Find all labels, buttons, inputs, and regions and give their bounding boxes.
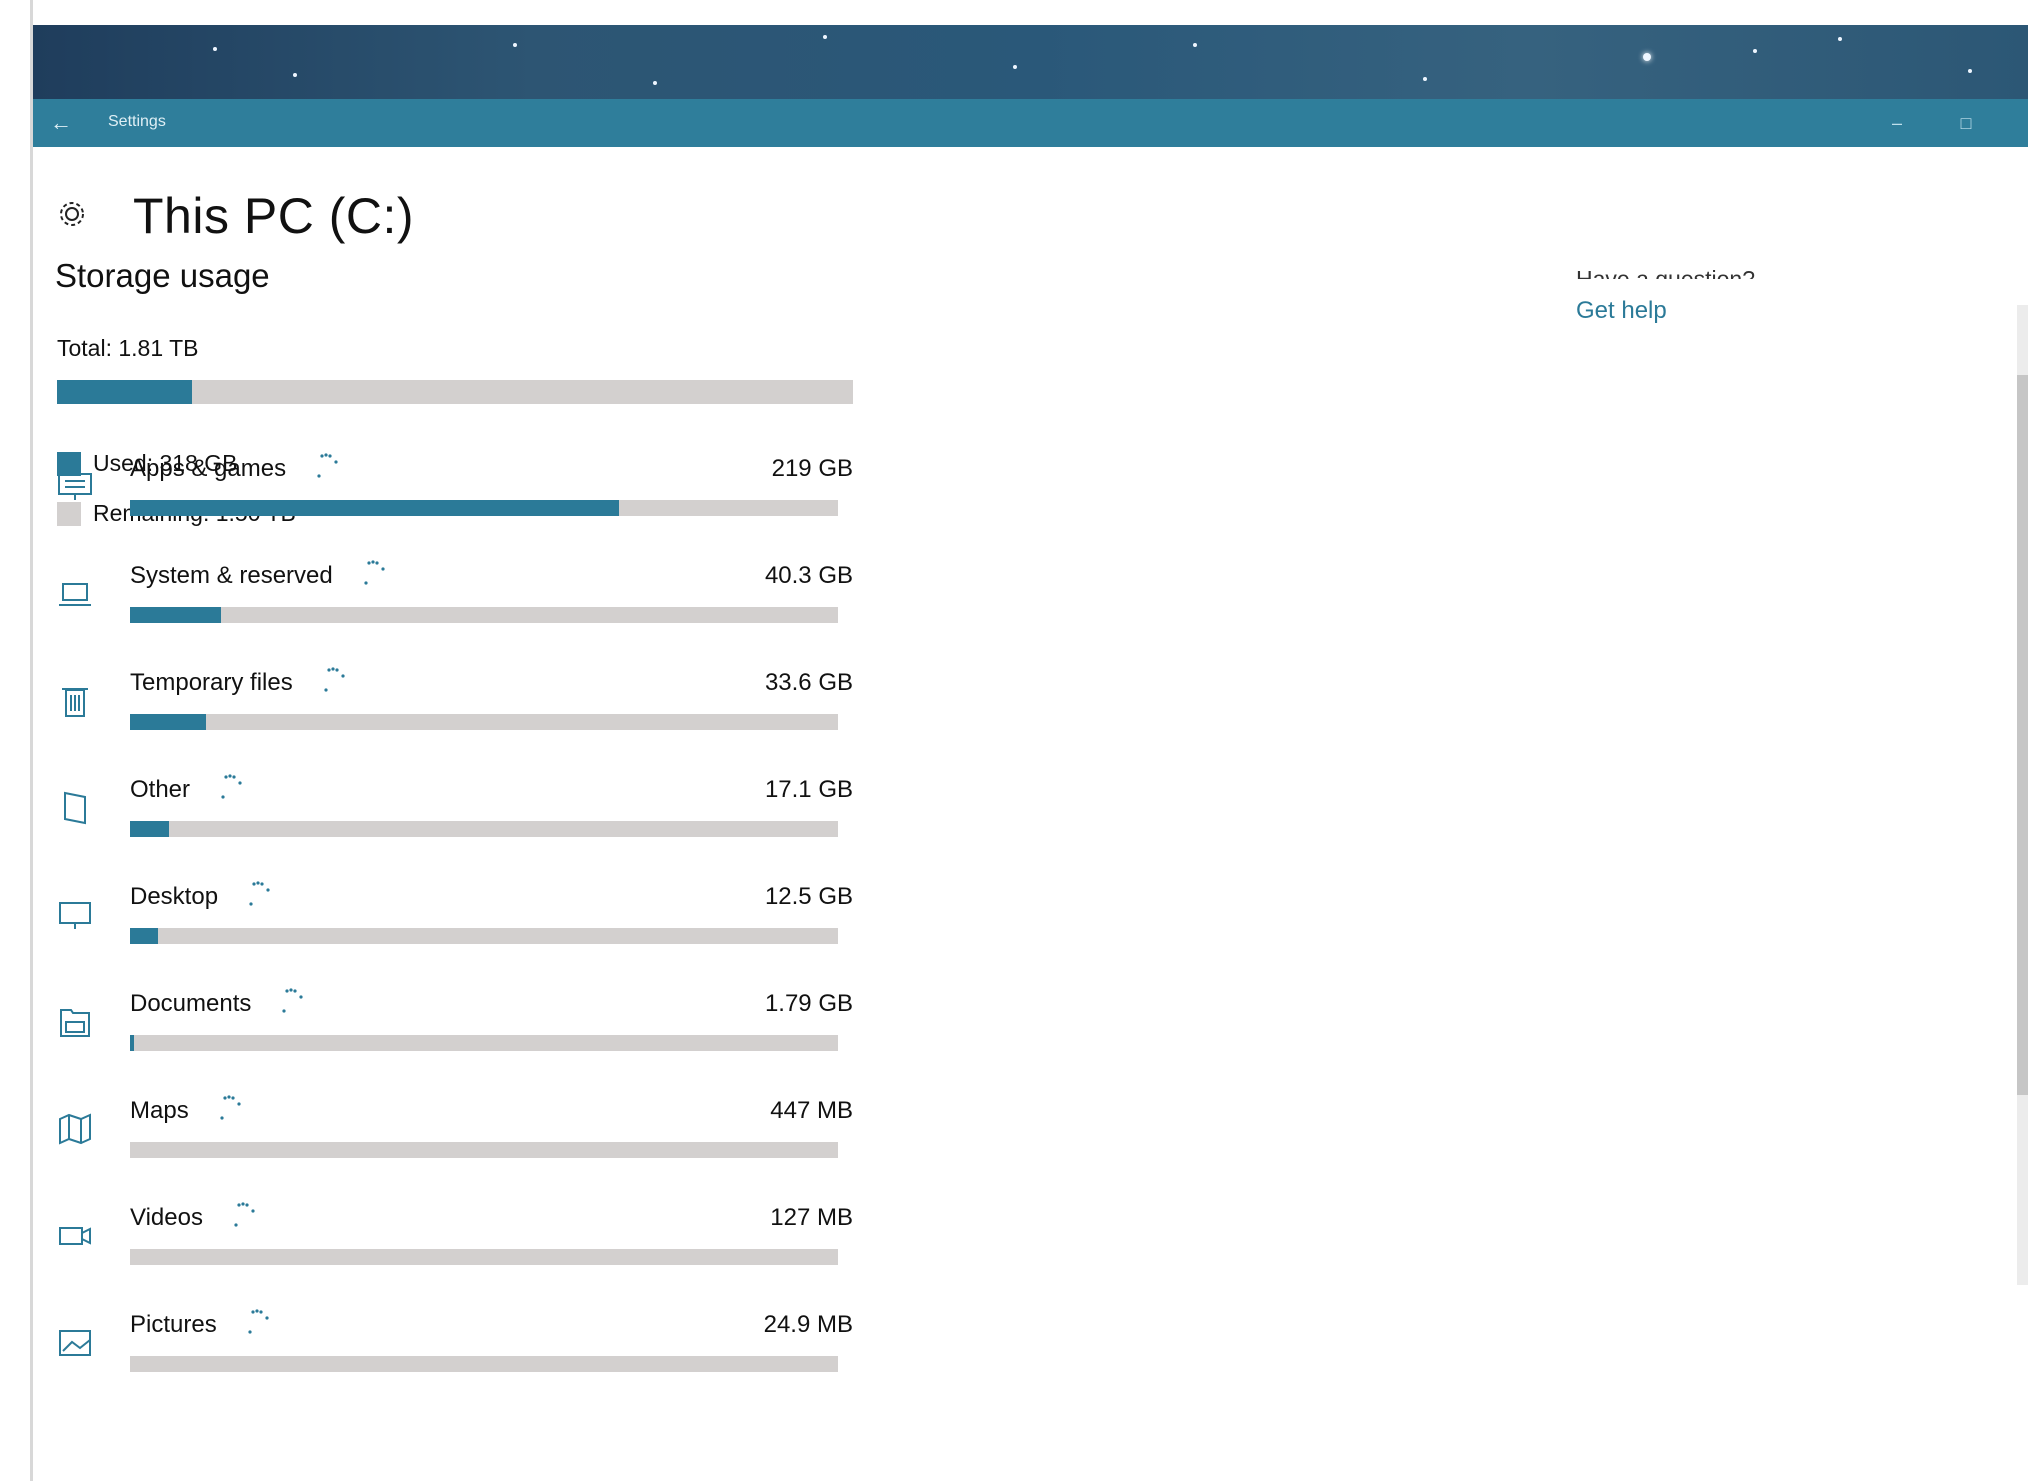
category-size: 17.1 GB: [764, 776, 853, 803]
category-name: Documents: [130, 990, 252, 1017]
category-name: Other: [130, 776, 191, 803]
category-name: Pictures: [130, 1311, 217, 1338]
window-title: Settings: [108, 113, 166, 130]
loading-spinner-icon: [220, 1095, 241, 1120]
category-name: Temporary files: [130, 669, 293, 696]
picture-icon: [59, 1330, 91, 1356]
documents-folder-icon: [60, 1009, 90, 1037]
loading-spinner-icon: [221, 774, 242, 799]
category-usage-bar: [130, 714, 838, 730]
loading-spinner-icon: [249, 881, 270, 906]
category-size: 219 GB: [771, 455, 853, 482]
tablet-icon: [64, 791, 86, 825]
category-size: 127 MB: [770, 1204, 853, 1231]
category-size: 447 MB: [770, 1097, 853, 1124]
total-storage-bar: [57, 380, 853, 404]
map-icon: [59, 1113, 91, 1145]
category-usage-bar: [130, 821, 838, 837]
maximize-button[interactable]: □: [1931, 99, 2001, 147]
page-title: This PC (C:): [133, 188, 414, 244]
category-size: 12.5 GB: [764, 883, 853, 910]
storage-category-row[interactable]: Temporary files 33.6 GB: [33, 656, 853, 763]
video-camera-icon: [59, 1227, 91, 1245]
minimize-icon: –: [1891, 112, 1902, 133]
category-usage-bar: [130, 1356, 838, 1372]
help-question: Have a question?: [1576, 266, 1756, 279]
back-arrow-icon: ←: [50, 110, 72, 135]
category-usage-bar: [130, 607, 838, 623]
storage-category-row[interactable]: Pictures 24.9 MB: [33, 1298, 853, 1405]
loading-spinner-icon: [317, 453, 338, 478]
laptop-icon: [59, 583, 91, 606]
total-storage-used-fill: [57, 380, 193, 404]
back-button[interactable]: ←: [33, 99, 89, 147]
minimize-button[interactable]: –: [1862, 99, 1932, 147]
storage-category-row[interactable]: Videos 127 MB: [33, 1191, 853, 1298]
maximize-icon: □: [1960, 112, 1972, 133]
total-storage-label: Total: 1.81 TB: [57, 335, 199, 361]
category-name: Apps & games: [130, 455, 287, 482]
loading-spinner-icon: [364, 560, 385, 585]
loading-spinner-icon: [248, 1309, 269, 1334]
category-usage-fill: [130, 821, 169, 837]
category-name: Desktop: [130, 883, 219, 910]
category-size: 40.3 GB: [764, 562, 853, 589]
trash-icon: [62, 688, 88, 717]
category-usage-bar: [130, 1142, 838, 1158]
category-usage-fill: [130, 714, 206, 730]
keyboard-monitor-icon: [58, 473, 92, 500]
settings-content: This PC (C:) Storage usage Total: 1.81 T…: [33, 147, 2028, 1481]
storage-category-row[interactable]: Documents 1.79 GB: [33, 977, 853, 1084]
settings-window: ← Settings – □ ✕ This PC (C:) Storage us…: [33, 25, 2028, 1481]
desktop-wallpaper-strip: [33, 25, 2028, 99]
storage-category-row[interactable]: System & reserved 40.3 GB: [33, 549, 853, 656]
close-button[interactable]: ✕: [1999, 99, 2028, 147]
storage-category-row[interactable]: Apps & games 219 GB: [33, 442, 853, 549]
category-usage-bar: [130, 928, 838, 944]
storage-category-row[interactable]: Maps 447 MB: [33, 1084, 853, 1191]
category-size: 33.6 GB: [764, 669, 853, 696]
category-size: 24.9 MB: [763, 1311, 853, 1338]
category-name: Videos: [130, 1204, 203, 1231]
category-usage-fill: [130, 500, 619, 516]
category-usage-fill: [130, 928, 159, 944]
loading-spinner-icon: [282, 988, 303, 1013]
scrollbar-thumb[interactable]: [2017, 375, 2028, 1095]
title-bar: ← Settings – □ ✕: [33, 99, 2028, 147]
category-size: 1.79 GB: [764, 990, 853, 1017]
left-window-edge: [0, 0, 33, 1481]
category-usage-bar: [130, 500, 838, 516]
storage-usage-heading: Storage usage: [55, 257, 270, 294]
loading-spinner-icon: [324, 667, 345, 692]
category-usage-bar: [130, 1035, 838, 1051]
category-usage-bar: [130, 1249, 838, 1265]
get-help-link[interactable]: Get help: [1576, 297, 1667, 325]
category-usage-fill: [130, 1035, 135, 1051]
category-name: Maps: [130, 1097, 189, 1124]
category-name: System & reserved: [130, 562, 333, 589]
desktop-monitor-icon: [59, 902, 91, 929]
gear-icon: [60, 202, 84, 226]
storage-category-row[interactable]: Desktop 12.5 GB: [33, 870, 853, 977]
category-usage-fill: [130, 607, 221, 623]
loading-spinner-icon: [234, 1202, 255, 1227]
storage-category-row[interactable]: Other 17.1 GB: [33, 763, 853, 870]
